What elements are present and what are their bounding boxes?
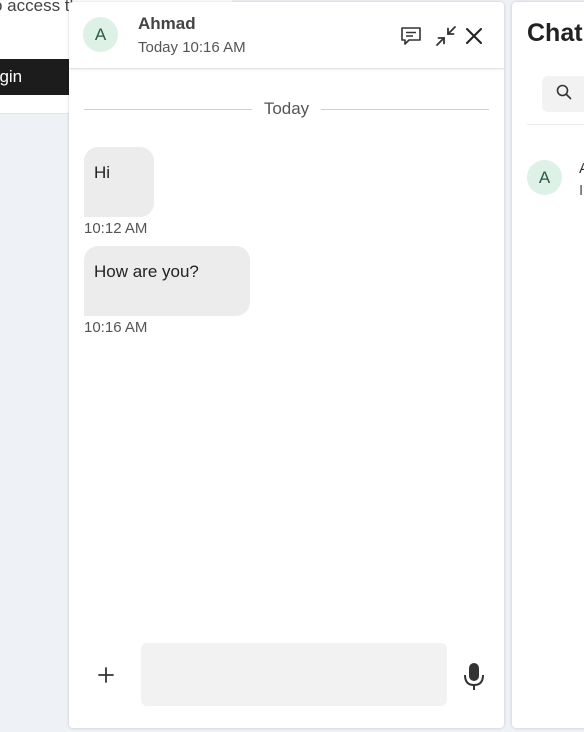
chat-list-item[interactable]: A A I: [527, 160, 584, 200]
message-bubble: How are you?: [84, 246, 250, 316]
login-button-label: ogin: [0, 67, 23, 86]
chat-item-preview: I: [579, 182, 584, 199]
divider-line: [84, 108, 252, 110]
chat-window: A Ahmad Today 10:16 AM Today Hi 10:12 AM…: [69, 2, 504, 728]
background-access-text: o access th: [0, 0, 79, 15]
message-time: 10:12 AM: [84, 220, 148, 237]
message-composer: [69, 642, 504, 708]
comment-icon[interactable]: [399, 24, 423, 48]
add-attachment-button[interactable]: [93, 662, 119, 688]
minimize-icon[interactable]: [434, 24, 458, 48]
chats-panel: Chat A A I: [512, 2, 584, 728]
avatar: A: [527, 160, 562, 195]
contact-name: Ahmad: [138, 14, 196, 33]
chat-header: A Ahmad Today 10:16 AM: [69, 2, 504, 69]
close-icon[interactable]: [462, 24, 486, 48]
message-bubble: Hi: [84, 147, 154, 217]
search-icon: [556, 84, 572, 105]
message-input[interactable]: [141, 643, 447, 706]
divider-line: [321, 108, 489, 110]
avatar: A: [83, 17, 118, 52]
contact-status: Today 10:16 AM: [138, 39, 246, 56]
chats-search-field[interactable]: [542, 76, 584, 112]
message-list: Today Hi 10:12 AM How are you? 10:16 AM: [69, 69, 504, 629]
divider: [527, 124, 584, 125]
message-time: 10:16 AM: [84, 319, 148, 336]
chat-item-name: A: [579, 160, 584, 177]
login-button[interactable]: ogin: [0, 59, 70, 95]
microphone-icon[interactable]: [460, 662, 488, 692]
date-divider-label: Today: [263, 99, 310, 118]
chats-panel-title: Chat: [527, 19, 583, 47]
date-divider: Today: [84, 99, 489, 119]
